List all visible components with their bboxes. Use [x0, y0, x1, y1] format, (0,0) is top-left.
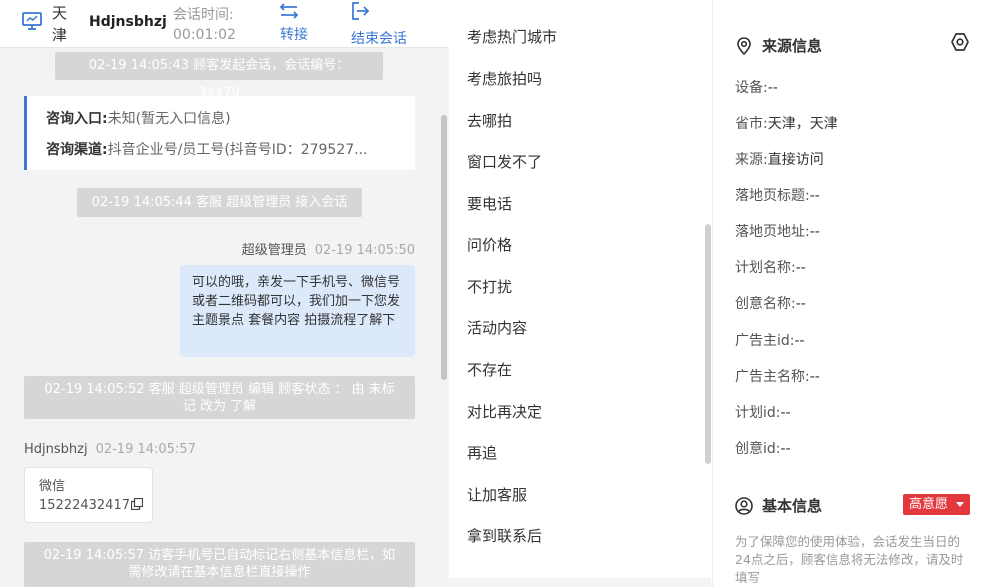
caret-down-icon — [956, 502, 964, 507]
user-circle-icon — [735, 497, 753, 515]
info-row-creative-id: 创意id:-- — [735, 441, 791, 457]
channel-row: 咨询渠道:抖音企业号/员工号(抖音号ID：279527... — [46, 139, 398, 161]
agent-name: 超级管理员 — [241, 243, 307, 258]
entry-label: 咨询入口: — [46, 111, 108, 127]
quick-reply-item[interactable]: 考虑旅拍吗 — [467, 68, 542, 89]
info-row-source: 来源:直接访问 — [735, 152, 824, 168]
info-row-advertiser-name: 广告主名称:-- — [735, 369, 820, 385]
quick-reply-scrollbar[interactable] — [705, 224, 711, 464]
end-session-button[interactable]: 结束会话 — [351, 2, 407, 48]
system-message: 02-19 14:05:57 访客手机号已自动标记右侧基本信息栏，如需修改请在基… — [24, 542, 415, 587]
settings-icon[interactable] — [950, 32, 970, 52]
agent-time: 02-19 14:05:50 — [314, 243, 415, 258]
quick-reply-item[interactable]: 问价格 — [467, 234, 512, 255]
wechat-value: 15222432417 — [39, 498, 130, 513]
customer-city: 天津 — [52, 4, 68, 44]
customer-name: Hdjnsbhzj — [89, 14, 167, 30]
quick-reply-item[interactable]: 让加客服 — [467, 484, 527, 505]
exit-icon — [352, 2, 370, 20]
info-row-plan-id: 计划id:-- — [735, 405, 791, 421]
quick-reply-item[interactable]: 拿到联系后 — [467, 525, 542, 546]
info-row-landing-title: 落地页标题:-- — [735, 188, 820, 204]
horizontal-scroll-track — [449, 578, 711, 587]
info-row-advertiser-id: 广告主id:-- — [735, 333, 805, 349]
quick-reply-item[interactable]: 窗口发不了 — [467, 151, 542, 172]
quick-reply-item[interactable]: 再追 — [467, 442, 497, 463]
customer-msg-name: Hdjnsbhzj — [24, 442, 88, 457]
entry-value: 未知(暂无入口信息) — [107, 111, 231, 127]
info-row-province: 省市:天津，天津 — [735, 116, 838, 132]
info-row-plan-name: 计划名称:-- — [735, 260, 806, 276]
quick-reply-item[interactable]: 不存在 — [467, 359, 512, 380]
quick-reply-item[interactable]: 去哪拍 — [467, 110, 512, 131]
quick-reply-item[interactable]: 考虑热门城市 — [467, 26, 557, 47]
system-message: 02-19 14:05:43 顾客发起会话，会话编号：34479 — [55, 52, 383, 101]
system-message: 02-19 14:05:44 客服 超级管理员 接入会话 — [77, 188, 362, 217]
basic-info-title: 基本信息 — [735, 495, 822, 516]
chat-header: 天津 Hdjnsbhzj 会话时间: 00:01:02 转接 结束会话 — [0, 0, 449, 48]
agent-message-header: 超级管理员 02-19 14:05:50 — [242, 239, 415, 258]
chat-scrollbar[interactable] — [441, 115, 447, 380]
info-row-device: 设备:-- — [735, 80, 778, 96]
transfer-label: 转接 — [280, 27, 308, 43]
quick-reply-item[interactable]: 对比再决定 — [467, 401, 542, 422]
copy-icon[interactable] — [130, 498, 143, 510]
system-message: 02-19 14:05:52 客服 超级管理员 编辑 顾客状态 ： 由 未标记 … — [24, 376, 415, 419]
entry-info-card: 咨询入口:未知(暂无入口信息) 咨询渠道:抖音企业号/员工号(抖音号ID：279… — [24, 96, 415, 170]
quick-reply-pane: 考虑热门城市 考虑旅拍吗 去哪拍 窗口发不了 要电话 问价格 不打扰 活动内容 … — [449, 0, 713, 587]
entry-row: 咨询入口:未知(暂无入口信息) — [46, 108, 398, 130]
location-pin-icon — [737, 37, 751, 55]
info-row-creative-name: 创意名称:-- — [735, 296, 806, 312]
intent-dropdown[interactable]: 高意愿 — [903, 494, 970, 515]
channel-value: 抖音企业号/员工号(抖音号ID：279527... — [107, 142, 368, 158]
info-row-landing-url: 落地页地址:-- — [735, 224, 820, 240]
info-pane: 来源信息 设备:-- 省市:天津，天津 来源:直接访问 落地页标题:-- 落地页… — [714, 0, 988, 587]
wechat-card: 微信 15222432417 — [24, 467, 153, 523]
customer-msg-time: 02-19 14:05:57 — [95, 442, 196, 457]
transfer-icon — [280, 3, 298, 19]
session-time-label: 会话时间: — [173, 7, 234, 23]
session-time-value: 00:01:02 — [173, 27, 236, 43]
chat-pane: 天津 Hdjnsbhzj 会话时间: 00:01:02 转接 结束会话 02-1… — [0, 0, 449, 587]
wechat-label: 微信 — [39, 479, 66, 494]
transfer-button[interactable]: 转接 — [280, 2, 320, 44]
quick-reply-item[interactable]: 不打扰 — [467, 276, 512, 297]
basic-info-note: 为了保障您的使用体验，会话发生当日的24点之后，顾客信息将无法修改，请及时填写 — [735, 534, 964, 585]
end-session-label: 结束会话 — [351, 31, 407, 47]
agent-message-bubble: 可以的哦，亲发一下手机号、微信号或者二维码都可以，我们加一下您发主题景点 套餐内… — [180, 265, 415, 357]
intent-value: 高意愿 — [909, 497, 949, 512]
source-info-title: 来源信息 — [735, 35, 822, 56]
quick-reply-item[interactable]: 活动内容 — [467, 317, 527, 338]
quick-reply-item[interactable]: 要电话 — [467, 193, 512, 214]
channel-label: 咨询渠道: — [46, 142, 108, 158]
customer-message-header: Hdjnsbhzj 02-19 14:05:57 — [24, 442, 196, 457]
monitor-icon — [22, 12, 42, 30]
